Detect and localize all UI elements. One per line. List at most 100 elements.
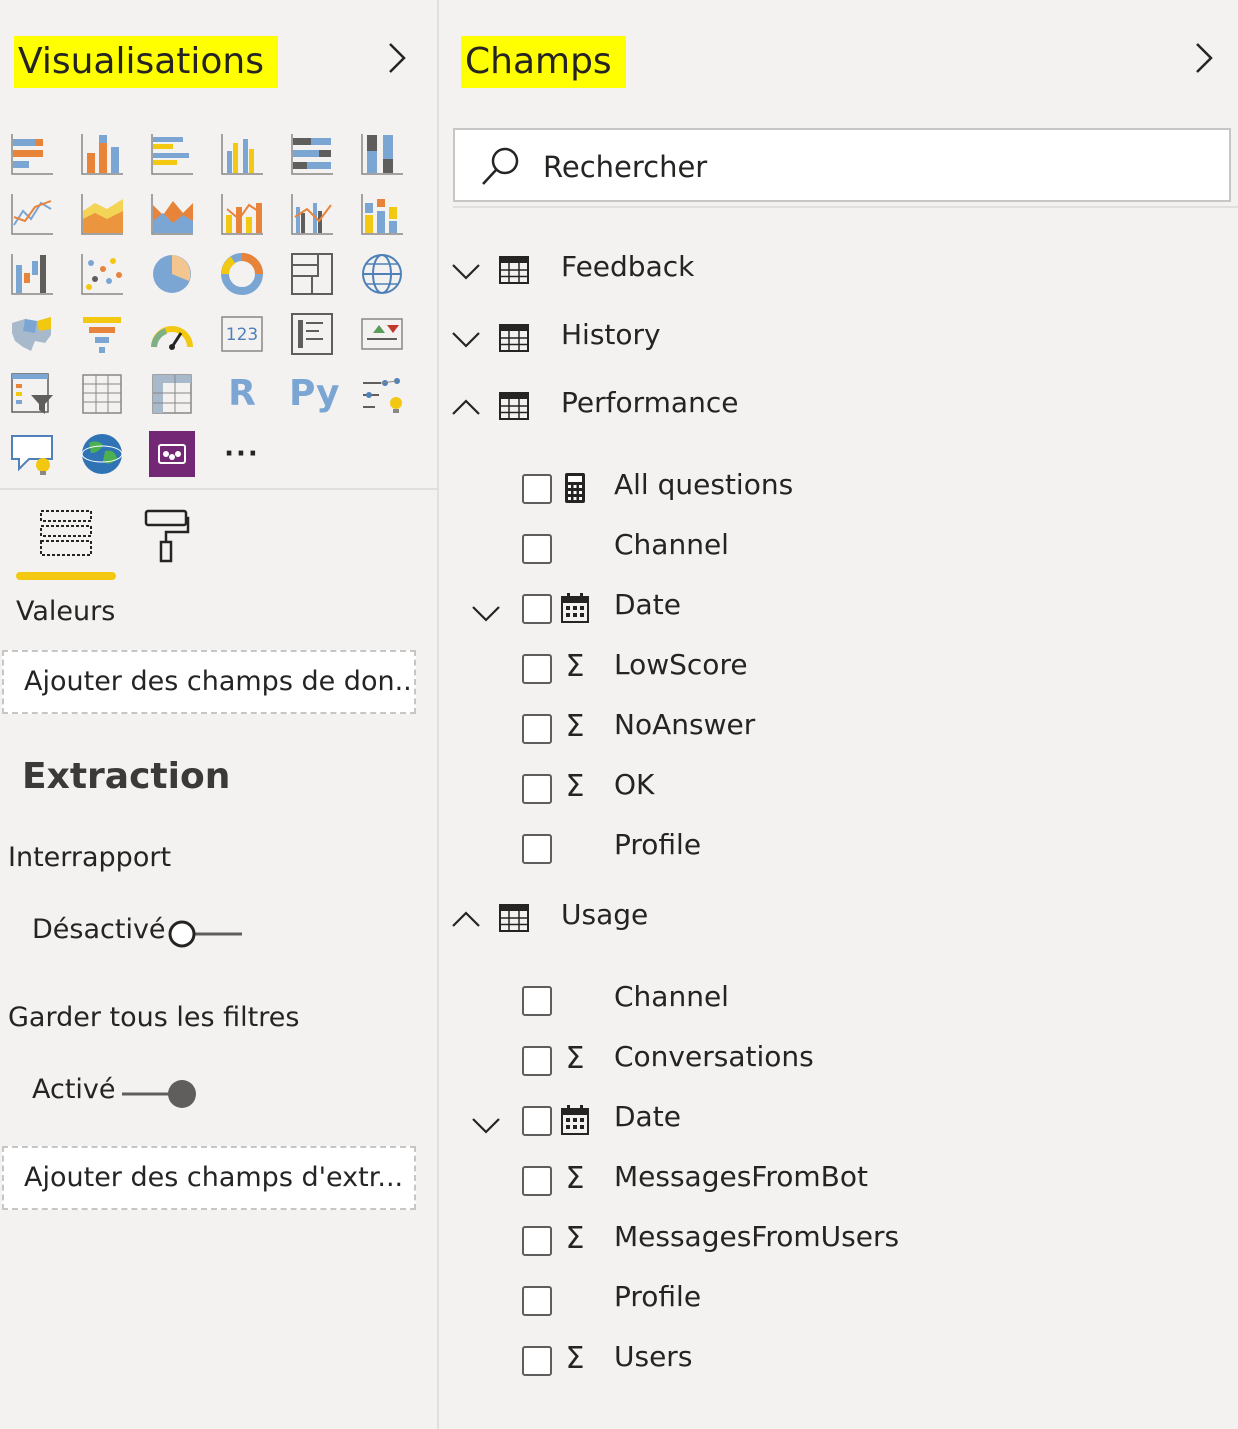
key-influencers-icon[interactable] — [359, 371, 405, 417]
table-history[interactable]: History — [439, 314, 1229, 364]
field-row-usage-channel[interactable]: Channel — [439, 978, 1229, 1028]
format-paint-roller-icon[interactable] — [140, 508, 192, 564]
field-checkbox[interactable] — [522, 534, 552, 564]
matrix-icon[interactable] — [149, 371, 195, 417]
field-name[interactable]: Channel — [614, 528, 729, 561]
field-row-performance-lowscore[interactable]: Σ LowScore — [439, 646, 1229, 696]
field-row-performance-noanswer[interactable]: Σ NoAnswer — [439, 706, 1229, 756]
field-checkbox[interactable] — [522, 1046, 552, 1076]
ribbon-chart-icon[interactable] — [359, 191, 405, 237]
chevron-up-icon[interactable] — [451, 904, 481, 934]
clustered-column-chart-icon[interactable] — [219, 131, 265, 177]
drillthrough-drop-well[interactable]: Ajouter des champs d'extr... — [2, 1146, 416, 1210]
search-divider — [453, 206, 1238, 208]
field-row-usage-messagesfromusers[interactable]: Σ MessagesFromUsers — [439, 1218, 1229, 1268]
waterfall-chart-icon[interactable] — [9, 251, 55, 297]
field-name[interactable]: NoAnswer — [614, 708, 755, 741]
field-checkbox[interactable] — [522, 1226, 552, 1256]
field-checkbox[interactable] — [522, 1286, 552, 1316]
line-and-clustered-column-chart-icon[interactable] — [289, 191, 335, 237]
100-stacked-column-chart-icon[interactable] — [359, 131, 405, 177]
field-name[interactable]: Date — [614, 588, 681, 621]
pie-chart-icon[interactable] — [149, 251, 195, 297]
gauge-icon[interactable] — [149, 311, 195, 357]
field-row-performance-channel[interactable]: Channel — [439, 526, 1229, 576]
stacked-column-chart-icon[interactable] — [79, 131, 125, 177]
card-icon[interactable]: 123 — [219, 311, 265, 357]
slicer-icon[interactable] — [9, 371, 55, 417]
stacked-area-chart-icon[interactable] — [149, 191, 195, 237]
qa-visual-icon[interactable] — [9, 431, 55, 477]
search-input[interactable] — [541, 144, 1205, 190]
field-row-usage-users[interactable]: Σ Users — [439, 1338, 1229, 1388]
field-row-usage-messagesfrombot[interactable]: Σ MessagesFromBot — [439, 1158, 1229, 1208]
collapse-fields-chevron-right-icon[interactable] — [1191, 40, 1215, 76]
filled-map-icon[interactable] — [9, 311, 55, 357]
field-checkbox[interactable] — [522, 474, 552, 504]
search-box[interactable] — [453, 128, 1231, 202]
stacked-bar-chart-icon[interactable] — [9, 131, 55, 177]
fields-tab-icon[interactable] — [38, 508, 94, 560]
field-row-usage-conversations[interactable]: Σ Conversations — [439, 1038, 1229, 1088]
field-name[interactable]: LowScore — [614, 648, 748, 681]
field-checkbox[interactable] — [522, 774, 552, 804]
chevron-down-icon[interactable] — [451, 256, 481, 286]
chevron-down-icon[interactable] — [471, 598, 501, 628]
multi-row-card-icon[interactable] — [289, 311, 335, 357]
donut-chart-icon[interactable] — [219, 251, 265, 297]
cross-report-toggle[interactable] — [166, 918, 244, 950]
power-apps-icon[interactable] — [149, 431, 195, 477]
table-feedback[interactable]: Feedback — [439, 246, 1229, 296]
100-stacked-bar-chart-icon[interactable] — [289, 131, 335, 177]
field-name[interactable]: Date — [614, 1100, 681, 1133]
field-checkbox[interactable] — [522, 594, 552, 624]
field-name[interactable]: Channel — [614, 980, 729, 1013]
arcgis-map-icon[interactable] — [79, 431, 125, 477]
table-icon[interactable] — [79, 371, 125, 417]
table-usage[interactable]: Usage — [439, 894, 1229, 944]
field-name[interactable]: MessagesFromBot — [614, 1160, 868, 1193]
field-name[interactable]: Profile — [614, 828, 701, 861]
map-icon[interactable] — [359, 251, 405, 297]
line-and-stacked-column-chart-icon[interactable] — [219, 191, 265, 237]
field-name[interactable]: MessagesFromUsers — [614, 1220, 899, 1253]
field-checkbox[interactable] — [522, 654, 552, 684]
kpi-icon[interactable] — [359, 311, 405, 357]
field-row-usage-profile[interactable]: Profile — [439, 1278, 1229, 1328]
field-row-performance-date[interactable]: Date — [439, 586, 1229, 636]
chevron-down-icon[interactable] — [451, 324, 481, 354]
clustered-bar-chart-icon[interactable] — [149, 131, 195, 177]
field-row-usage-date[interactable]: Date — [439, 1098, 1229, 1148]
visualizations-pane: Visualisations 123 R Py ··· Valeurs Ajouter… — [0, 0, 437, 1429]
collapse-visualizations-chevron-right-icon[interactable] — [384, 40, 408, 76]
line-chart-icon[interactable] — [9, 191, 55, 237]
field-name[interactable]: OK — [614, 768, 654, 801]
field-checkbox[interactable] — [522, 986, 552, 1016]
area-chart-icon[interactable] — [79, 191, 125, 237]
cross-report-state-label: Désactivé — [32, 914, 166, 945]
field-checkbox[interactable] — [522, 1106, 552, 1136]
treemap-icon[interactable] — [289, 251, 335, 297]
keep-filters-toggle[interactable] — [120, 1078, 198, 1110]
chevron-down-icon[interactable] — [471, 1110, 501, 1140]
python-visual-icon[interactable]: Py — [289, 371, 340, 417]
chevron-up-icon[interactable] — [451, 392, 481, 422]
field-name[interactable]: Users — [614, 1340, 692, 1373]
table-performance[interactable]: Performance — [439, 382, 1229, 432]
scatter-chart-icon[interactable] — [79, 251, 125, 297]
field-row-performance-profile[interactable]: Profile — [439, 826, 1229, 876]
field-name[interactable]: Profile — [614, 1280, 701, 1313]
field-checkbox[interactable] — [522, 834, 552, 864]
field-row-performance-all-questions[interactable]: All questions — [439, 466, 1229, 516]
drillthrough-heading: Extraction — [22, 756, 231, 797]
funnel-icon[interactable] — [79, 311, 125, 357]
more-visuals-icon[interactable]: ··· — [219, 431, 265, 477]
field-checkbox[interactable] — [522, 1346, 552, 1376]
field-checkbox[interactable] — [522, 1166, 552, 1196]
field-row-performance-ok[interactable]: Σ OK — [439, 766, 1229, 816]
field-checkbox[interactable] — [522, 714, 552, 744]
r-script-visual-icon[interactable]: R — [219, 371, 265, 417]
field-name[interactable]: Conversations — [614, 1040, 814, 1073]
field-name[interactable]: All questions — [614, 468, 793, 501]
values-drop-well[interactable]: Ajouter des champs de don... — [2, 650, 416, 714]
